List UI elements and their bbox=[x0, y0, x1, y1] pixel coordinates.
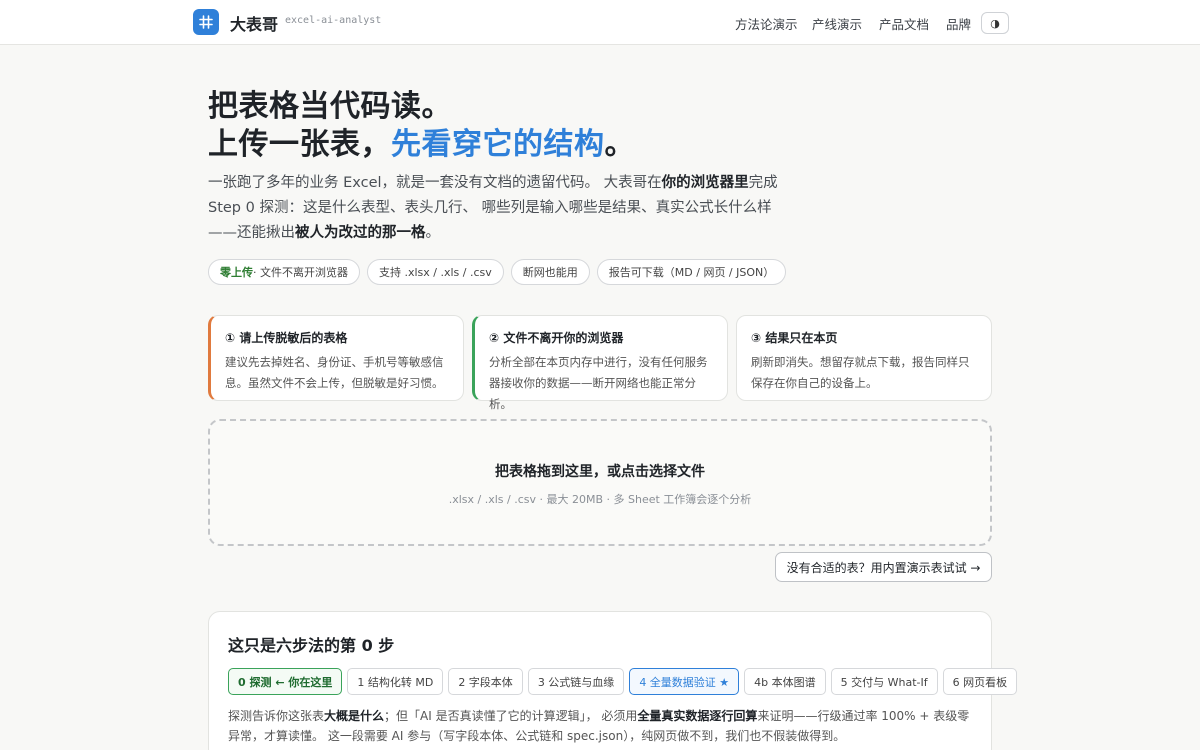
card-title: ③ 结果只在本页 bbox=[751, 331, 838, 345]
privacy-card-results: ③ 结果只在本页 刷新即消失。想留存就点下载，报告同样只保存在你自己的设备上。 bbox=[736, 315, 992, 401]
brand-name[interactable]: 大表哥 bbox=[230, 11, 278, 35]
nav-product-docs[interactable]: 产品文档 bbox=[879, 14, 929, 33]
step-pills: 0 探测 ← 你在这里 1 结构化转 MD 2 字段本体 3 公式链与血缘 4 … bbox=[228, 668, 1018, 695]
nav-pipeline-demo[interactable]: 产线演示 bbox=[812, 14, 862, 33]
nav-methodology-demo[interactable]: 方法论演示 bbox=[735, 14, 798, 33]
step-2-field-ontology[interactable]: 2 字段本体 bbox=[448, 668, 523, 695]
hero-description: 一张跑了多年的业务 Excel，就是一套没有文档的遗留代码。 大表哥在你的浏览器… bbox=[208, 175, 778, 241]
chip-offline: 断网也能用 bbox=[510, 259, 590, 285]
step-3-formula-lineage[interactable]: 3 公式链与血缘 bbox=[527, 668, 625, 695]
steps-title: 这只是六步法的第 0 步 bbox=[228, 636, 395, 655]
brand-slug: excel-ai-analyst bbox=[285, 15, 382, 26]
theme-toggle-button[interactable]: ◑ bbox=[981, 12, 1009, 34]
chip-download: 报告可下载（MD / 网页 / JSON） bbox=[596, 259, 787, 285]
hero-title: 把表格当代码读。 上传一张表，先看穿它的结构。 bbox=[208, 88, 635, 164]
dropzone-title: 把表格拖到这里，或点击选择文件 bbox=[495, 464, 705, 480]
step-6-web-dashboard[interactable]: 6 网页看板 bbox=[942, 668, 1018, 695]
contrast-icon: ◑ bbox=[990, 16, 1000, 30]
six-steps-panel: 这只是六步法的第 0 步 0 探测 ← 你在这里 1 结构化转 MD 2 字段本… bbox=[208, 611, 1018, 750]
step-0-detect[interactable]: 0 探测 ← 你在这里 bbox=[228, 668, 343, 695]
try-demo-button[interactable]: 没有合适的表？用内置演示表试试 → bbox=[775, 552, 992, 582]
card-title: ② 文件不离开你的浏览器 bbox=[489, 331, 624, 345]
hero-title-accent: 先看穿它的结构 bbox=[391, 127, 605, 162]
hero-title-line2: 上传一张表，先看穿它的结构。 bbox=[208, 127, 635, 162]
step-4-full-validation[interactable]: 4 全量数据验证 ★ bbox=[629, 668, 740, 695]
privacy-card-desensitize: ① 请上传脱敏后的表格 建议先去掉姓名、身份证、手机号等敏感信息。虽然文件不会上… bbox=[208, 315, 464, 401]
chip-zero-upload: 零上传 · 文件不离开浏览器 bbox=[208, 259, 360, 285]
chip-formats: 支持 .xlsx / .xls / .csv bbox=[367, 259, 504, 285]
step-1-structure-md[interactable]: 1 结构化转 MD bbox=[347, 668, 444, 695]
steps-description: 探测告诉你这张表大概是什么；但「AI 是否真读懂了它的计算逻辑」， 必须用全量真… bbox=[228, 709, 970, 743]
step-5-delivery-whatif[interactable]: 5 交付与 What-If bbox=[830, 668, 938, 695]
top-navbar: 大表哥 excel-ai-analyst 方法论演示 产线演示 产品文档 品牌 … bbox=[0, 0, 1200, 45]
privacy-card-local: ② 文件不离开你的浏览器 分析全部在本页内存中进行，没有任何服务器接收你的数据—… bbox=[472, 315, 728, 411]
logo-grid-icon[interactable] bbox=[193, 9, 219, 35]
hash-icon bbox=[199, 15, 213, 29]
card-title: ① 请上传脱敏后的表格 bbox=[225, 331, 348, 345]
card-body: 建议先去掉姓名、身份证、手机号等敏感信息。虽然文件不会上传，但脱敏是好习惯。 bbox=[225, 355, 444, 390]
hero-title-line1: 把表格当代码读。 bbox=[208, 89, 452, 124]
dropzone-subtitle: .xlsx / .xls / .csv · 最大 20MB · 多 Sheet … bbox=[448, 493, 752, 506]
nav-brand[interactable]: 品牌 bbox=[946, 14, 971, 33]
card-body: 分析全部在本页内存中进行，没有任何服务器接收你的数据——断开网络也能正常分析。 bbox=[489, 355, 708, 411]
step-4b-ontology-graph[interactable]: 4b 本体图谱 bbox=[744, 668, 826, 695]
card-body: 刷新即消失。想留存就点下载，报告同样只保存在你自己的设备上。 bbox=[751, 355, 970, 390]
feature-chips: 零上传 · 文件不离开浏览器 支持 .xlsx / .xls / .csv 断网… bbox=[208, 259, 787, 285]
file-dropzone[interactable]: 把表格拖到这里，或点击选择文件 .xlsx / .xls / .csv · 最大… bbox=[208, 419, 992, 546]
